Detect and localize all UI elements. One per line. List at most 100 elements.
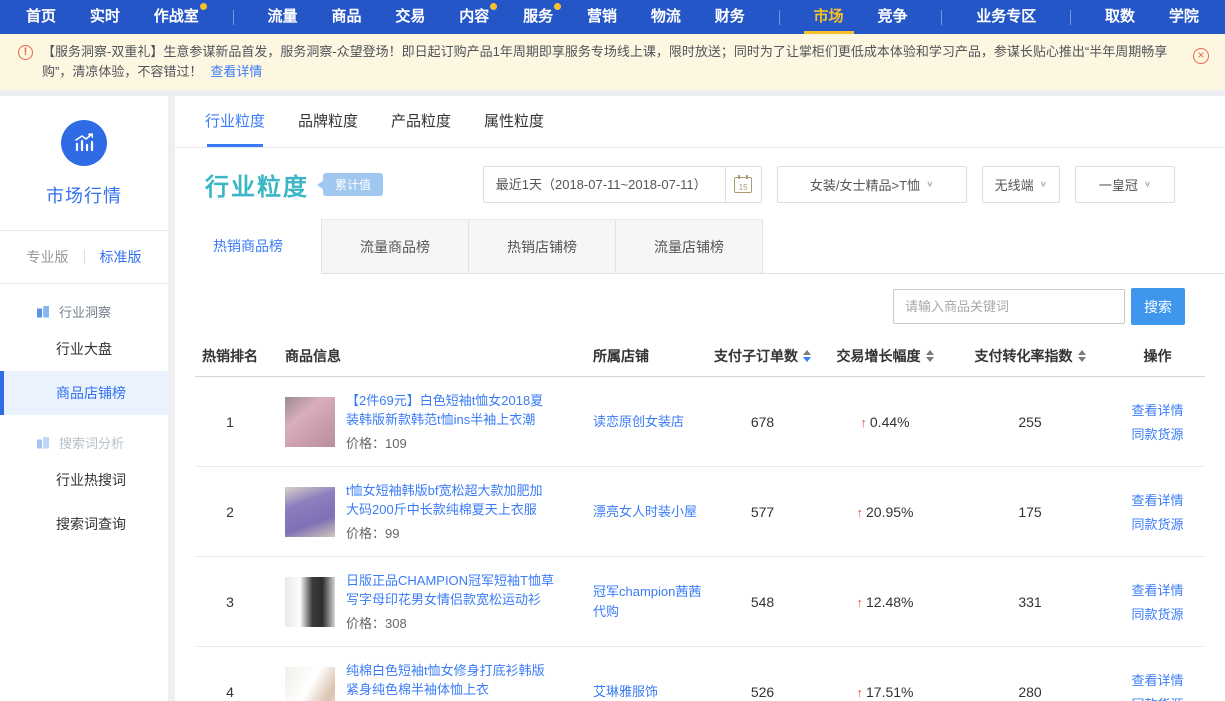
product-image[interactable] (285, 577, 335, 627)
nav-content[interactable]: 内容 (459, 0, 489, 34)
up-arrow-icon: ↑ (857, 595, 864, 610)
version-switcher: 专业版 标准版 (0, 231, 168, 283)
sidebar-item-product-shop-rank[interactable]: 商品店铺榜 (0, 371, 168, 415)
chevron-down-icon: ∨ (1040, 180, 1047, 189)
header-rank: 热销排名 (195, 346, 265, 366)
close-icon[interactable]: × (1193, 48, 1209, 64)
nav-realtime[interactable]: 实时 (90, 0, 120, 34)
shop-link[interactable]: 艾琳雅服饰 (593, 682, 658, 701)
up-arrow-icon: ↑ (860, 415, 867, 430)
product-price: 价格：99 (346, 523, 555, 542)
main-panel: 行业粒度 品牌粒度 产品粒度 属性粒度 行业粒度 累计值 最近1天（2018-0… (175, 96, 1225, 701)
nav-market[interactable]: 市场 (814, 0, 844, 34)
nav-finance[interactable]: 财务 (715, 0, 745, 34)
shop-link[interactable]: 冠军champion茜茜代购 (593, 582, 705, 622)
header-product-info: 商品信息 (265, 346, 555, 366)
nav-service[interactable]: 服务 (523, 0, 553, 34)
sort-icon[interactable] (926, 350, 934, 362)
nav-business-zone[interactable]: 业务专区 (976, 0, 1036, 34)
tab-brand-granularity[interactable]: 品牌粒度 (298, 96, 358, 147)
sidebar-group-title-industry-insight[interactable]: 行业洞察 (0, 284, 168, 327)
calendar-icon[interactable]: 15 (725, 167, 761, 202)
search-button[interactable]: 搜索 (1131, 288, 1185, 325)
nav-fetch-data[interactable]: 取数 (1105, 0, 1135, 34)
header-conversion-index[interactable]: 支付转化率指数 (950, 346, 1110, 366)
same-supply-link[interactable]: 同款货源 (1131, 604, 1183, 623)
sort-icon[interactable] (803, 350, 811, 362)
search-input[interactable] (893, 289, 1125, 324)
same-supply-link[interactable]: 同款货源 (1131, 694, 1183, 701)
tab-attribute-granularity[interactable]: 属性粒度 (484, 96, 544, 147)
growth-cell: ↑12.48% (820, 594, 950, 610)
same-supply-link[interactable]: 同款货源 (1131, 514, 1183, 533)
category-dropdown[interactable]: 女装/女士精品>T恤 ∨ (777, 166, 967, 203)
nav-goods[interactable]: 商品 (331, 0, 361, 34)
tab-product-granularity[interactable]: 产品粒度 (391, 96, 451, 147)
product-title-link[interactable]: 纯棉白色短袖t恤女修身打底衫韩版紧身纯色棉半袖体恤上衣 (346, 661, 555, 699)
product-title-link[interactable]: 【2件69元】白色短袖t恤女2018夏装韩版新款韩范t恤ins半袖上衣潮 (346, 391, 555, 429)
version-tab-pro[interactable]: 专业版 (12, 247, 84, 267)
paid-suborders-value: 526 (705, 684, 820, 700)
shop-link[interactable]: 读恋原创女装店 (593, 412, 684, 432)
sidebar-group-title-search-terms[interactable]: 搜索词分析 (0, 415, 168, 458)
product-image[interactable] (285, 667, 335, 701)
same-supply-link[interactable]: 同款货源 (1131, 424, 1183, 443)
nav-divider (233, 10, 234, 25)
paid-suborders-value: 548 (705, 594, 820, 610)
date-range-picker[interactable]: 最近1天（2018-07-11~2018-07-11） 15 (483, 166, 762, 203)
sidebar-item-hot-search-words[interactable]: 行业热搜词 (0, 458, 168, 502)
nav-academy[interactable]: 学院 (1169, 0, 1199, 34)
subtab-traffic-shops[interactable]: 流量店铺榜 (616, 219, 763, 273)
sidebar-item-industry-overview[interactable]: 行业大盘 (0, 327, 168, 371)
growth-cell: ↑17.51% (820, 684, 950, 700)
header-trade-growth[interactable]: 交易增长幅度 (820, 346, 950, 366)
product-image[interactable] (285, 397, 335, 447)
header-shop: 所属店铺 (555, 346, 705, 366)
table-row: 4 纯棉白色短袖t恤女修身打底衫韩版紧身纯色棉半袖体恤上衣 价格：88 艾琳雅服… (195, 647, 1205, 701)
product-title-link[interactable]: t恤女短袖韩版bf宽松超大款加肥加大码200斤中长款纯棉夏天上衣服 (346, 481, 555, 519)
rank-cell: 2 (195, 504, 265, 520)
sort-icon[interactable] (1078, 350, 1086, 362)
subtab-hot-products[interactable]: 热销商品榜 (175, 219, 322, 274)
search-row: 搜索 (175, 274, 1225, 335)
view-details-link[interactable]: 查看详情 (210, 64, 262, 79)
view-detail-link[interactable]: 查看详情 (1131, 400, 1183, 419)
sidebar-item-search-word-query[interactable]: 搜索词查询 (0, 502, 168, 546)
product-image[interactable] (285, 487, 335, 537)
shop-level-dropdown[interactable]: 一皇冠 ∨ (1075, 166, 1175, 203)
filter-bar: 最近1天（2018-07-11~2018-07-11） 15 女装/女士精品>T… (483, 166, 1175, 203)
nav-compete[interactable]: 竞争 (877, 0, 907, 34)
product-title-link[interactable]: 日版正品CHAMPION冠军短袖T恤草写字母印花男女情侣款宽松运动衫 (346, 571, 555, 609)
nav-traffic[interactable]: 流量 (268, 0, 298, 34)
nav-divider (1070, 10, 1071, 25)
rank-subtabs: 热销商品榜 流量商品榜 热销店铺榜 流量店铺榜 (175, 219, 1225, 274)
table-header-row: 热销排名 商品信息 所属店铺 支付子订单数 交易增长幅度 支付转化率指数 操作 (195, 335, 1205, 377)
nav-battle-room[interactable]: 作战室 (154, 0, 199, 34)
conversion-index-value: 280 (950, 684, 1110, 700)
terminal-dropdown[interactable]: 无线端 ∨ (982, 166, 1060, 203)
title-filter-row: 行业粒度 累计值 最近1天（2018-07-11~2018-07-11） 15 … (175, 148, 1225, 215)
nav-logistics[interactable]: 物流 (651, 0, 681, 34)
notification-dot-icon (490, 3, 497, 10)
view-detail-link[interactable]: 查看详情 (1131, 580, 1183, 599)
nav-marketing[interactable]: 营销 (587, 0, 617, 34)
nav-trade[interactable]: 交易 (395, 0, 425, 34)
cumulative-value-badge: 累计值 (323, 173, 383, 196)
granularity-tabs: 行业粒度 品牌粒度 产品粒度 属性粒度 (175, 96, 1225, 148)
tab-industry-granularity[interactable]: 行业粒度 (205, 96, 265, 147)
subtab-hot-shops[interactable]: 热销店铺榜 (469, 219, 616, 273)
announcement-bar: ! 【服务洞察-双重礼】生意参谋新品首发，服务洞察-众望登场！即日起订购产品1年… (0, 34, 1225, 90)
conversion-index-value: 255 (950, 414, 1110, 430)
table-row: 2 t恤女短袖韩版bf宽松超大款加肥加大码200斤中长款纯棉夏天上衣服 价格：9… (195, 467, 1205, 557)
nav-home[interactable]: 首页 (26, 0, 56, 34)
view-detail-link[interactable]: 查看详情 (1131, 670, 1183, 689)
subtab-traffic-products[interactable]: 流量商品榜 (322, 219, 469, 273)
nav-divider (779, 10, 780, 25)
header-paid-suborders[interactable]: 支付子订单数 (705, 346, 820, 366)
product-price: 价格：308 (346, 613, 555, 632)
version-tab-standard[interactable]: 标准版 (85, 247, 157, 267)
view-detail-link[interactable]: 查看详情 (1131, 490, 1183, 509)
shop-link[interactable]: 漂亮女人时装小屋 (593, 502, 697, 522)
table-row: 3 日版正品CHAMPION冠军短袖T恤草写字母印花男女情侣款宽松运动衫 价格：… (195, 557, 1205, 647)
sidebar-header: 市场行情 (0, 96, 168, 230)
